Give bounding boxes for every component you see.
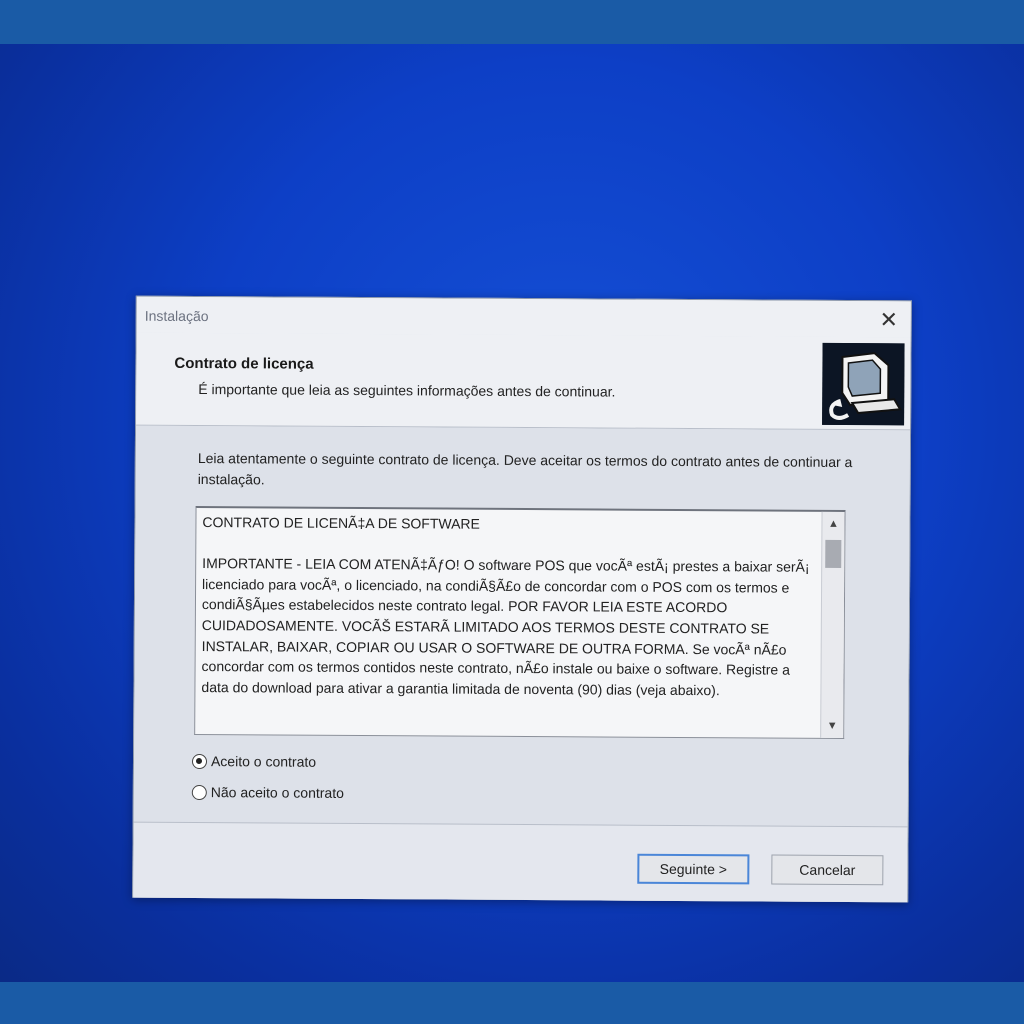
next-button[interactable]: Seguinte >: [637, 853, 750, 885]
window-title: Instalação: [144, 307, 209, 325]
cancel-button[interactable]: Cancelar: [771, 854, 884, 886]
wizard-header: Contrato de licença É importante que lei…: [136, 332, 911, 431]
license-scrollbar[interactable]: ▲ ▼: [820, 511, 845, 738]
page-subtitle: É importante que leia as seguintes infor…: [198, 381, 616, 400]
scroll-down-icon[interactable]: ▼: [821, 717, 843, 735]
wizard-body: Leia atentamente o seguinte contrato de …: [133, 425, 911, 827]
installer-dialog: Instalação ✕ Contrato de licença É impor…: [132, 295, 912, 903]
license-textbox[interactable]: CONTRATO DE LICENÃ‡A DE SOFTWARE IMPORTA…: [194, 506, 846, 739]
accept-radio-option[interactable]: Aceito o contrato: [191, 753, 316, 770]
page-title: Contrato de licença: [174, 354, 314, 373]
accept-radio-button[interactable]: [191, 753, 208, 769]
accept-radio-label[interactable]: Aceito o contrato: [211, 753, 316, 770]
wizard-footer: Seguinte > Cancelar: [133, 821, 908, 903]
scroll-up-icon[interactable]: ▲: [822, 515, 844, 533]
scroll-thumb[interactable]: [825, 539, 842, 568]
installer-computer-icon: [822, 342, 905, 426]
close-icon[interactable]: ✕: [875, 307, 903, 333]
decline-radio-option[interactable]: Não aceito o contrato: [191, 784, 344, 801]
top-frame-band: [0, 0, 1024, 44]
decline-radio-button[interactable]: [191, 784, 207, 800]
bottom-frame-band: [0, 982, 1024, 1024]
title-bar: Instalação ✕: [136, 296, 911, 338]
decline-radio-label[interactable]: Não aceito o contrato: [211, 784, 344, 801]
intro-text: Leia atentamente o seguinte contrato de …: [197, 450, 853, 488]
desktop-background: Instalação ✕ Contrato de licença É impor…: [0, 44, 1024, 982]
license-text: CONTRATO DE LICENÃ‡A DE SOFTWARE IMPORTA…: [201, 514, 810, 698]
